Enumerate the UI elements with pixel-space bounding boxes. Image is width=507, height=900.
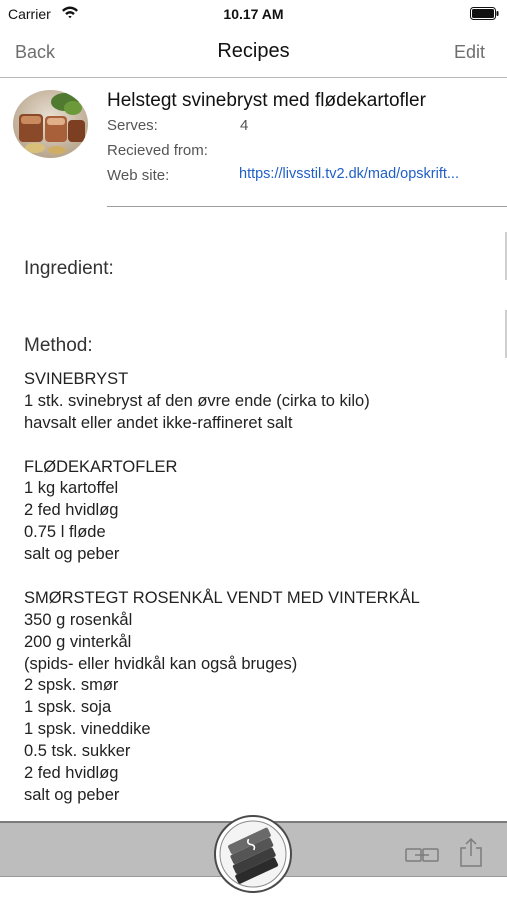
method-line: 1 stk. svinebryst af den øvre ende (cirk… [24,391,370,410]
link-icon[interactable] [405,846,439,864]
navigation-bar: Back Recipes Edit [0,28,507,78]
method-line: 350 g rosenkål [24,610,133,629]
method-text: SVINEBRYST 1 stk. svinebryst af den øvre… [24,369,494,807]
method-line: havsalt eller andet ikke-raffineret salt [24,413,293,432]
website-label: Web site: [107,167,170,184]
serves-label: Serves: [107,117,158,134]
battery-icon [470,7,499,20]
edit-button[interactable]: Edit [454,42,485,63]
method-line: 2 fed hvidløg [24,501,119,520]
method-line: (spids- eller hvidkål kan også bruges) [24,654,298,673]
method-line: 200 g vinterkål [24,632,132,651]
method-line: FLØDEKARTOFLER [24,457,178,476]
recipe-thumbnail[interactable] [13,90,88,158]
method-line: 1 spsk. vineddike [24,720,151,739]
status-bar: Carrier 10.17 AM [0,0,507,28]
method-line [24,435,494,457]
method-line: 0.75 l fløde [24,523,106,542]
method-line: 2 spsk. smør [24,676,119,695]
share-icon[interactable] [458,837,484,867]
method-header: Method: [24,335,93,356]
method-line: 1 spsk. soja [24,698,112,717]
method-line: SMØRSTEGT ROSENKÅL VENDT MED VINTERKÅL [24,588,420,607]
serves-value: 4 [240,117,249,134]
method-line: salt og peber [24,785,120,804]
ingredient-header: Ingredient: [24,258,114,279]
method-line: 2 fed hvidløg [24,764,119,783]
method-line: 1 kg kartoffel [24,479,119,498]
recipe-books-icon[interactable] [212,814,294,894]
method-line: salt og peber [24,545,120,564]
recipe-title: Helstegt svinebryst med flødekartofler [107,90,426,111]
method-line [24,566,494,588]
method-line: SVINEBRYST [24,370,129,388]
received-from-label: Recieved from: [107,142,208,159]
status-time: 10.17 AM [223,6,284,22]
page-title: Recipes [217,40,290,62]
header-divider [107,206,507,207]
website-link[interactable]: https://livsstil.tv2.dk/mad/opskrift... [239,166,501,182]
method-line: 0.5 tsk. sukker [24,742,131,761]
